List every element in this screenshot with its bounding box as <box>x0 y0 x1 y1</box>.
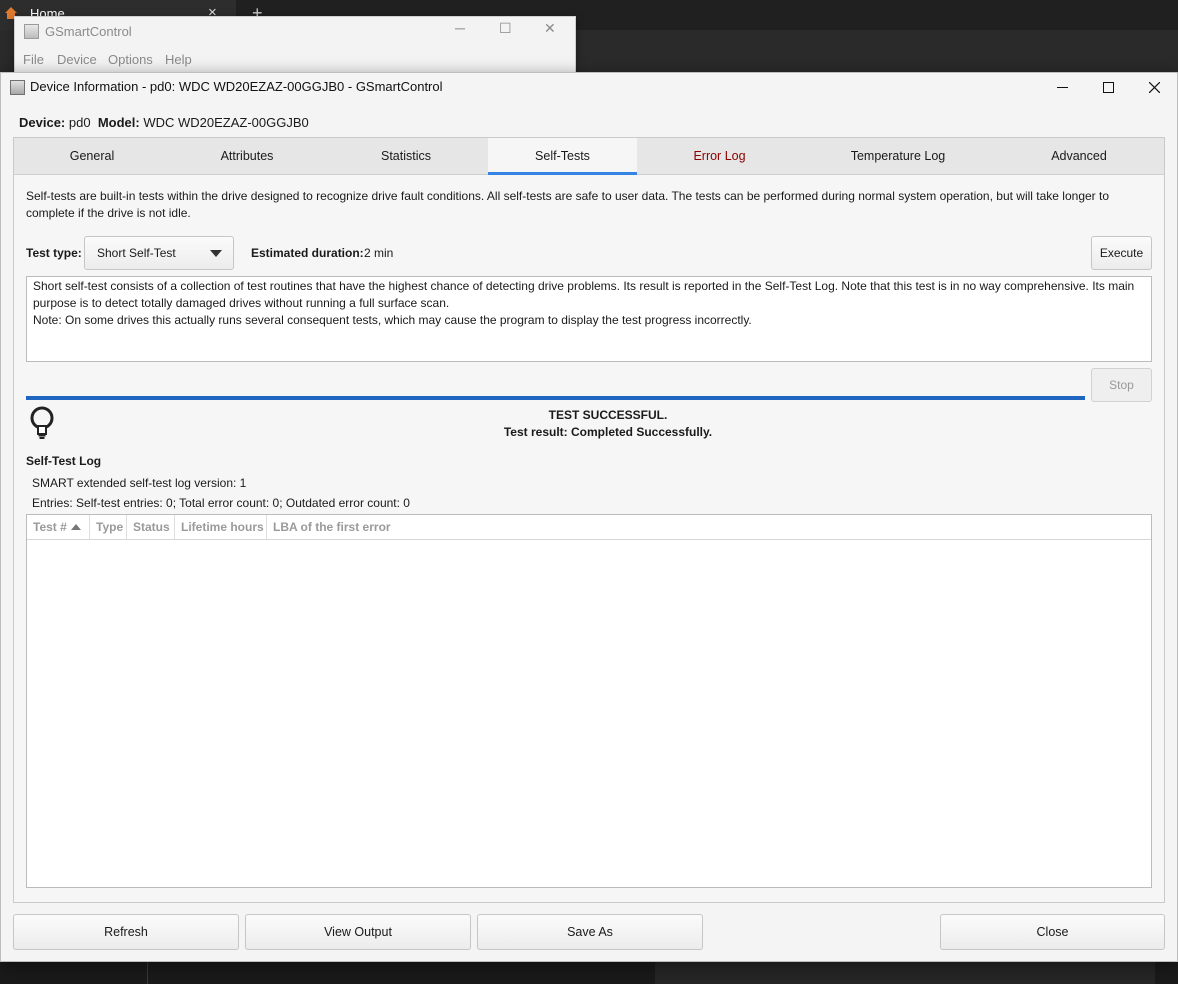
gsmartcontrol-app-icon <box>10 80 25 95</box>
test-progress-bar <box>26 396 1085 400</box>
view-output-button[interactable]: View Output <box>245 914 471 950</box>
tab-attributes[interactable]: Attributes <box>170 138 324 174</box>
menu-help[interactable]: Help <box>165 52 192 67</box>
tab-self-tests[interactable]: Self-Tests <box>488 138 637 175</box>
model-value: WDC WD20EZAZ-00GGJB0 <box>143 115 309 130</box>
table-header: Test # Type Status Lifetime hours LBA of… <box>27 515 1151 540</box>
test-description-text: Short self-test consists of a collection… <box>33 279 1135 310</box>
maximize-icon <box>1102 81 1114 93</box>
tab-error-log[interactable]: Error Log <box>637 138 802 174</box>
maximize-button[interactable] <box>1085 73 1131 101</box>
chevron-down-icon <box>210 250 222 257</box>
menu-file[interactable]: File <box>23 52 44 67</box>
close-button[interactable] <box>1131 73 1177 101</box>
tab-temperature-log[interactable]: Temperature Log <box>802 138 994 174</box>
tab-general[interactable]: General <box>14 138 170 174</box>
tab-advanced[interactable]: Advanced <box>994 138 1164 174</box>
estimated-duration-label: Estimated duration: <box>251 246 364 260</box>
column-label: Test # <box>33 520 67 534</box>
save-as-button[interactable]: Save As <box>477 914 703 950</box>
test-type-label: Test type: <box>26 246 82 260</box>
maximize-icon[interactable]: ☐ <box>499 20 512 37</box>
test-type-value: Short Self-Test <box>97 246 176 260</box>
stop-button[interactable]: Stop <box>1091 368 1152 402</box>
close-dialog-button[interactable]: Close <box>940 914 1165 950</box>
model-label: Model: <box>97 115 140 130</box>
dialog-titlebar: Device Information - pd0: WDC WD20EZAZ-0… <box>1 73 1177 101</box>
column-lba-first-error[interactable]: LBA of the first error <box>267 515 407 539</box>
close-icon <box>1148 81 1160 93</box>
gsmartcontrol-app-icon <box>24 24 39 39</box>
test-type-select[interactable]: Short Self-Test <box>84 236 234 270</box>
column-test-number[interactable]: Test # <box>27 515 90 539</box>
self-tests-intro: Self-tests are built-in tests within the… <box>26 189 1109 220</box>
column-lifetime-hours[interactable]: Lifetime hours <box>175 515 267 539</box>
device-label: Device: <box>19 115 66 130</box>
estimated-duration-value: 2 min <box>364 246 394 260</box>
log-version-text: SMART extended self-test log version: 1 <box>32 476 247 490</box>
test-description-note: Note: On some drives this actually runs … <box>33 313 752 327</box>
minimize-icon <box>1056 86 1068 88</box>
close-icon[interactable]: ✕ <box>544 20 556 37</box>
menu-device[interactable]: Device <box>57 52 97 67</box>
main-window-title: GSmartControl <box>45 24 132 39</box>
test-description-box: Short self-test consists of a collection… <box>26 276 1152 362</box>
column-type[interactable]: Type <box>90 515 127 539</box>
log-entries-text: Entries: Self-test entries: 0; Total err… <box>32 496 410 510</box>
device-value: pd0 <box>68 115 91 130</box>
column-status[interactable]: Status <box>127 515 175 539</box>
tab-statistics[interactable]: Statistics <box>324 138 488 174</box>
menu-options[interactable]: Options <box>108 52 153 67</box>
minimize-button[interactable] <box>1039 73 1085 101</box>
device-notebook: General Attributes Statistics Self-Tests… <box>13 137 1165 903</box>
test-status-text: TEST SUCCESSFUL. <box>548 408 668 422</box>
self-test-log-table[interactable]: Test # Type Status Lifetime hours LBA of… <box>26 514 1152 888</box>
device-information-dialog: Device Information - pd0: WDC WD20EZAZ-0… <box>0 72 1178 962</box>
tab-bar: General Attributes Statistics Self-Tests… <box>14 138 1164 175</box>
device-info-line: Device: pd0 Model: WDC WD20EZAZ-00GGJB0 <box>19 115 309 130</box>
execute-button[interactable]: Execute <box>1091 236 1152 270</box>
dialog-title: Device Information - pd0: WDC WD20EZAZ-0… <box>30 79 443 94</box>
main-window: GSmartControl ─ ☐ ✕ File Device Options … <box>14 16 576 76</box>
test-result-text: Test result: Completed Successfully. <box>503 425 713 439</box>
self-test-log-title: Self-Test Log <box>26 454 102 468</box>
minimize-icon[interactable]: ─ <box>455 20 465 36</box>
sort-ascending-icon <box>70 524 81 530</box>
refresh-button[interactable]: Refresh <box>13 914 239 950</box>
